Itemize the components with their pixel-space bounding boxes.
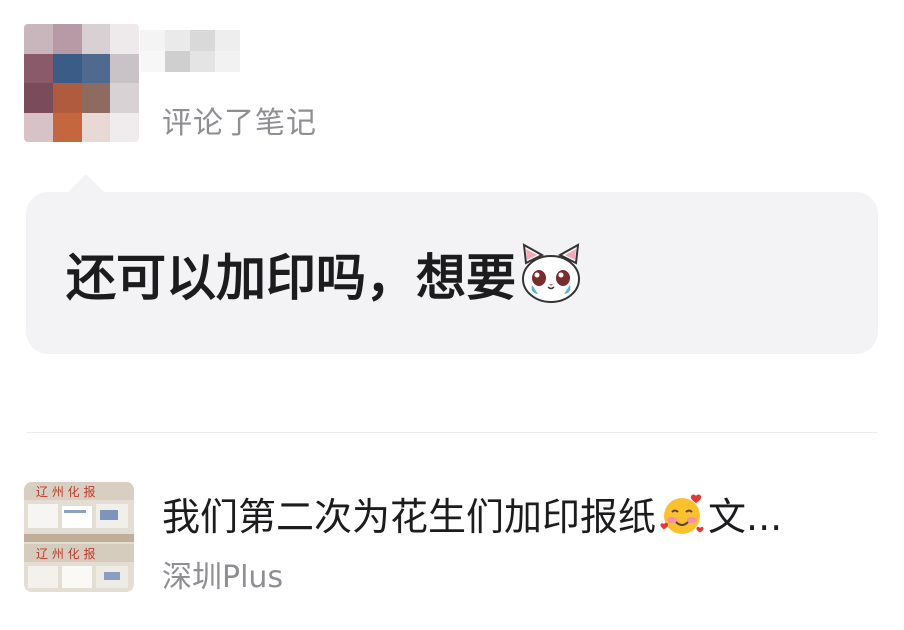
crying-cat-icon	[518, 243, 584, 305]
action-text: 评论了笔记	[162, 106, 317, 141]
note-title-text: 我们第二次为花生们加印报纸	[162, 495, 657, 539]
avatar[interactable]	[24, 24, 139, 142]
note-thumbnail[interactable]: 辽 州 化 报 辽 州 化 报	[24, 482, 134, 592]
comment-bubble[interactable]: 还可以加印吗，想要	[26, 174, 878, 354]
smiling-face-with-hearts-icon	[660, 492, 704, 536]
note-title-ellipsis: 文...	[708, 495, 783, 539]
username-blurred[interactable]	[140, 30, 240, 72]
svg-text:辽 州 化 报: 辽 州 化 报	[36, 484, 95, 499]
note-source: 深圳Plus	[162, 560, 284, 595]
comment-content: 还可以加印吗，想要	[66, 238, 584, 310]
svg-text:辽 州 化 报: 辽 州 化 报	[36, 546, 95, 561]
comment-text: 还可以加印吗，想要	[66, 249, 516, 307]
divider	[26, 432, 878, 433]
note-title[interactable]: 我们第二次为花生们加印报纸 文...	[162, 486, 782, 541]
